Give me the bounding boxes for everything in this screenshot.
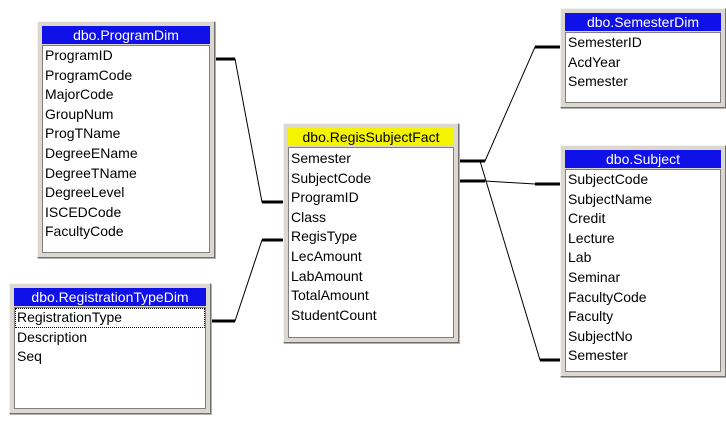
column-item[interactable]: Lecture	[566, 229, 720, 249]
column-item[interactable]: Class	[289, 208, 453, 228]
column-list[interactable]: RegistrationType Description Seq	[14, 307, 206, 409]
column-list[interactable]: SemesterID AcdYear Semester	[565, 32, 721, 103]
column-item[interactable]: LecAmount	[289, 247, 453, 267]
column-item[interactable]: SubjectCode	[566, 170, 720, 190]
column-item[interactable]: LabAmount	[289, 267, 453, 287]
table-title[interactable]: dbo.ProgramDim	[42, 26, 210, 44]
column-item[interactable]: RegisType	[289, 227, 453, 247]
column-item[interactable]: SemesterID	[566, 33, 720, 53]
column-item[interactable]: FacultyCode	[43, 222, 209, 242]
relationship-regtype-fact	[211, 239, 283, 322]
column-item[interactable]: StudentCount	[289, 306, 453, 326]
column-item[interactable]: Semester	[566, 346, 720, 366]
column-item[interactable]: ProgramID	[43, 46, 209, 66]
column-item[interactable]: ProgTName	[43, 124, 209, 144]
column-item[interactable]: DegreeLevel	[43, 183, 209, 203]
table-title[interactable]: dbo.RegisSubjectFact	[288, 128, 454, 146]
column-item[interactable]: ProgramCode	[43, 66, 209, 86]
relationship-fact-subject-semester	[459, 160, 561, 361]
table-program-dim[interactable]: dbo.ProgramDim ProgramID ProgramCode Maj…	[37, 21, 215, 258]
column-item[interactable]: ProgramID	[289, 188, 453, 208]
table-title[interactable]: dbo.SemesterDim	[565, 13, 721, 31]
column-item[interactable]: Seq	[15, 347, 205, 367]
relationship-fact-semesterdim	[459, 46, 561, 162]
column-item[interactable]: FacultyCode	[566, 288, 720, 308]
column-item[interactable]: ISCEDCode	[43, 203, 209, 223]
column-item[interactable]: Seminar	[566, 268, 720, 288]
table-regis-subject-fact[interactable]: dbo.RegisSubjectFact Semester SubjectCod…	[283, 123, 459, 343]
column-item[interactable]: Description	[15, 328, 205, 348]
column-item[interactable]: Semester	[566, 72, 720, 92]
column-item[interactable]: DegreeTName	[43, 164, 209, 184]
column-item[interactable]: DegreeEName	[43, 144, 209, 164]
column-item[interactable]: SubjectCode	[289, 169, 453, 189]
table-title[interactable]: dbo.Subject	[565, 150, 721, 168]
column-item[interactable]: Lab	[566, 248, 720, 268]
table-registration-type-dim[interactable]: dbo.RegistrationTypeDim RegistrationType…	[9, 283, 211, 414]
table-subject[interactable]: dbo.Subject SubjectCode SubjectName Cred…	[560, 145, 726, 377]
column-item[interactable]: Credit	[566, 209, 720, 229]
column-list[interactable]: SubjectCode SubjectName Credit Lecture L…	[565, 169, 721, 372]
column-item[interactable]: Semester	[289, 149, 453, 169]
table-title[interactable]: dbo.RegistrationTypeDim	[14, 288, 206, 306]
column-item[interactable]: AcdYear	[566, 53, 720, 73]
column-item[interactable]: Faculty	[566, 307, 720, 327]
column-item[interactable]: TotalAmount	[289, 286, 453, 306]
column-list[interactable]: Semester SubjectCode ProgramID Class Reg…	[288, 147, 454, 338]
column-item[interactable]: SubjectNo	[566, 327, 720, 347]
column-item[interactable]: GroupNum	[43, 105, 209, 125]
table-semester-dim[interactable]: dbo.SemesterDim SemesterID AcdYear Semes…	[560, 8, 726, 108]
relationship-programdim-fact	[215, 58, 283, 203]
column-item-selected[interactable]: RegistrationType	[15, 308, 205, 328]
column-item[interactable]: MajorCode	[43, 85, 209, 105]
column-item[interactable]: SubjectName	[566, 190, 720, 210]
column-list[interactable]: ProgramID ProgramCode MajorCode GroupNum…	[42, 45, 210, 253]
